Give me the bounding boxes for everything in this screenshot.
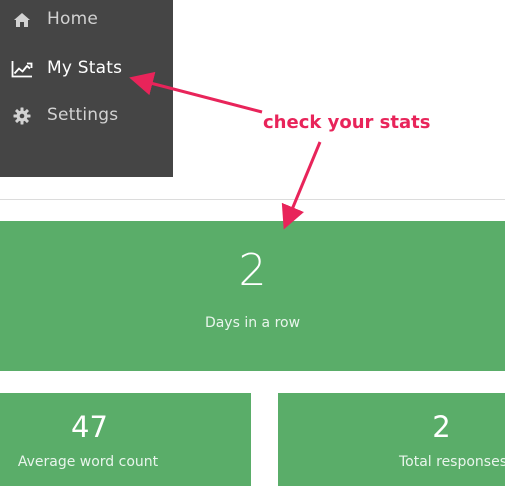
streak-value: 2 [238,245,267,296]
streak-caption: Days in a row [204,315,301,331]
home-icon [10,10,34,30]
annotation-label: check your stats [263,112,431,133]
sidebar-item-settings[interactable]: Settings [0,96,173,136]
gear-icon [10,106,34,126]
streak-card: 2 Days in a row [0,221,505,371]
total-responses-caption: Total responses [398,454,505,470]
word-count-card: 47 Average word count [0,393,251,486]
word-count-caption: Average word count [17,454,159,470]
sidebar-menu: Home My Stats Settings [0,0,173,177]
total-responses-card: 2 Total responses [278,393,505,486]
sidebar-item-label: My Stats [47,58,123,78]
annotation-arrow-to-streak [281,141,322,230]
total-responses-value: 2 [432,410,451,444]
word-count-value: 47 [71,410,108,444]
sidebar-item-label: Settings [47,105,119,125]
sidebar-item-my-stats[interactable]: My Stats [0,49,173,89]
sidebar-item-label: Home [47,9,99,29]
divider [0,199,505,200]
sidebar-item-home[interactable]: Home [0,0,173,40]
line-chart-icon [10,59,34,79]
